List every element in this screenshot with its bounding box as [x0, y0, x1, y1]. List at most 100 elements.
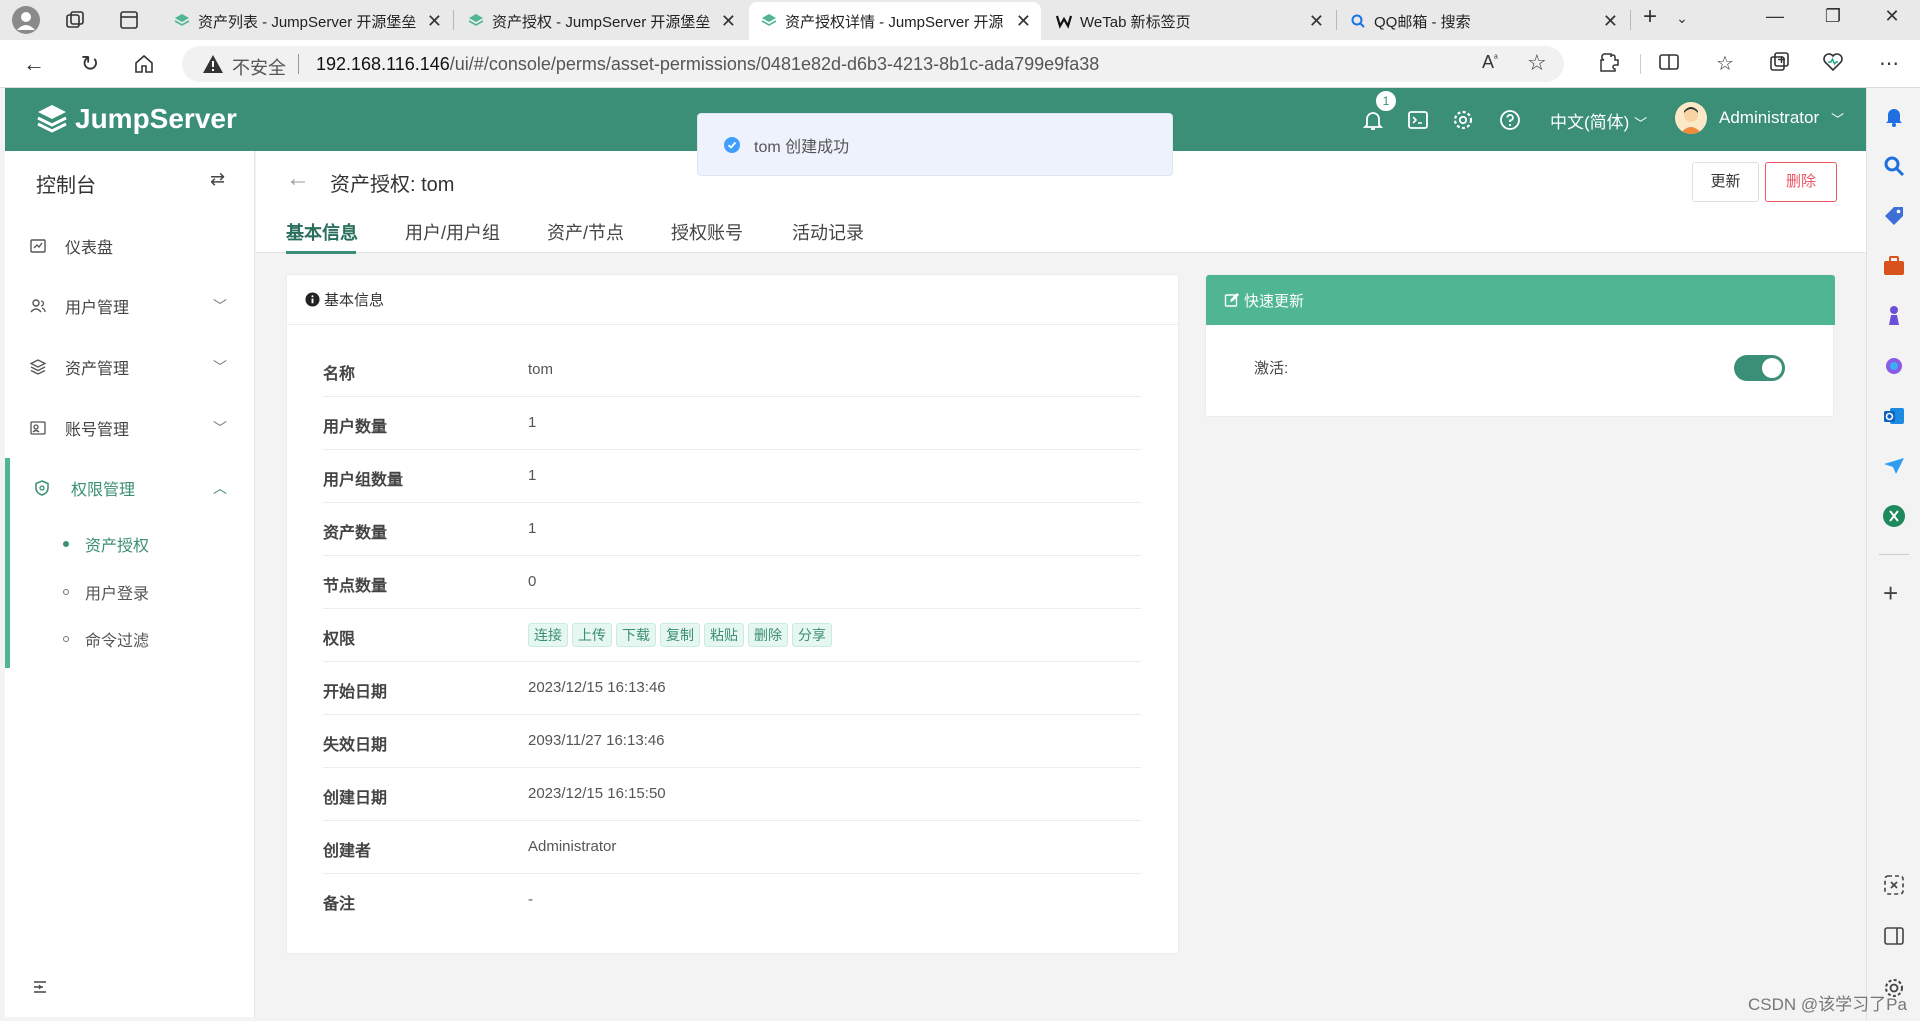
info-value: 2093/11/27 16:13:46: [528, 732, 665, 749]
settings-gear-icon[interactable]: [1451, 108, 1475, 132]
tab-accounts[interactable]: 授权账号: [671, 219, 743, 245]
sidebar-item-permissions[interactable]: 权限管理 ︿: [5, 463, 255, 513]
shopping-tag-icon[interactable]: [1882, 204, 1906, 228]
sidebar-item-label: 账号管理: [65, 422, 130, 439]
back-arrow-icon[interactable]: ←: [286, 165, 310, 193]
info-key: 用户组数量: [323, 472, 404, 489]
logo-text: JumpServer: [75, 103, 237, 134]
info-row-node-count: 节点数量 0: [323, 556, 1141, 609]
home-icon[interactable]: [130, 50, 158, 78]
sidebar-subitem-label: 资产授权: [85, 538, 150, 555]
close-tab-icon[interactable]: ✕: [1603, 11, 1618, 32]
workspaces-icon[interactable]: [64, 9, 86, 36]
collapse-sidebar-icon[interactable]: [31, 978, 49, 996]
read-aloud-icon[interactable]: Aᵃ: [1482, 52, 1498, 73]
more-menu-icon[interactable]: ⋯: [1876, 51, 1902, 77]
tab-list-chevron-icon[interactable]: ⌄: [1662, 10, 1702, 27]
edge-sidebar-divider: [1879, 554, 1909, 555]
permission-tag: 粘贴: [704, 623, 744, 647]
basic-info-title: 基本信息: [324, 292, 385, 309]
info-value: 1: [528, 414, 537, 431]
back-icon[interactable]: ←: [20, 50, 48, 78]
url-text[interactable]: 192.168.116.146/ui/#/console/perms/asset…: [316, 54, 1099, 75]
tab-users[interactable]: 用户/用户组: [405, 219, 500, 245]
url-path: /ui/#/console/perms/asset-permissions/04…: [449, 54, 1100, 74]
tab-divider: [453, 10, 454, 30]
browser-tab[interactable]: QQ邮箱 - 搜索 ✕: [1338, 2, 1628, 40]
sidebar-subitem-asset-permissions[interactable]: 资产授权: [63, 532, 149, 556]
info-value: Administrator: [528, 838, 617, 855]
browser-tab-title: 资产列表 - JumpServer 开源堡垒: [198, 13, 417, 31]
favorites-icon[interactable]: ☆: [1712, 51, 1738, 77]
notification-bell-icon[interactable]: [1882, 104, 1906, 128]
chevron-down-icon: ﹀: [213, 420, 227, 436]
browser-essentials-icon[interactable]: [1820, 51, 1846, 77]
minimize-icon[interactable]: —: [1755, 6, 1795, 27]
chevron-down-icon: ﹀: [1831, 111, 1845, 127]
permission-tag: 下载: [616, 623, 656, 647]
copilot-icon[interactable]: [1882, 354, 1906, 378]
sidebar-item-dashboard[interactable]: 仪表盘: [5, 221, 255, 271]
chevron-down-icon: ﹀: [213, 298, 227, 314]
games-chess-icon[interactable]: [1882, 304, 1906, 328]
sidebar-item-assets[interactable]: 资产管理 ﹀: [5, 342, 255, 392]
collections-icon[interactable]: [1766, 51, 1792, 77]
search-icon[interactable]: [1882, 154, 1906, 178]
favorite-star-icon[interactable]: ☆: [1527, 50, 1547, 76]
active-dot-icon: [63, 541, 69, 547]
excel-x-icon[interactable]: [1882, 504, 1906, 528]
sidebar-item-dashboard[interactable]: [5, 171, 255, 221]
browser-tab[interactable]: 资产授权 - JumpServer 开源堡垒 ✕: [456, 2, 746, 40]
refresh-icon[interactable]: ↻: [76, 50, 104, 78]
info-row-created-by: 创建者 Administrator: [323, 821, 1141, 874]
tab-activity[interactable]: 活动记录: [792, 219, 864, 245]
info-value: 1: [528, 467, 537, 484]
tab-assets-nodes[interactable]: 资产/节点: [547, 219, 624, 245]
jumpserver-logo[interactable]: JumpServer: [35, 102, 237, 136]
browser-tab[interactable]: 资产列表 - JumpServer 开源堡垒 ✕: [162, 2, 452, 40]
hide-sidebar-icon[interactable]: [1882, 924, 1906, 948]
web-terminal-icon[interactable]: [1406, 108, 1430, 132]
info-key: 用户数量: [323, 419, 388, 436]
split-screen-icon[interactable]: [1656, 51, 1682, 77]
profile-icon[interactable]: [12, 6, 40, 34]
sidebar-item-accounts[interactable]: 账号管理 ﹀: [5, 403, 255, 453]
language-selector[interactable]: 中文(简体) ﹀: [1550, 108, 1647, 133]
url-bar[interactable]: 不安全 192.168.116.146/ui/#/console/perms/a…: [182, 46, 1564, 82]
help-icon[interactable]: [1498, 108, 1522, 132]
warning-icon[interactable]: [202, 53, 224, 75]
user-menu[interactable]: Administrator ﹀: [1675, 102, 1844, 134]
permission-tag: 复制: [660, 623, 700, 647]
add-sidebar-app-icon[interactable]: +: [1883, 578, 1898, 609]
sidebar-item-users[interactable]: 用户管理 ﹀: [5, 281, 255, 331]
browser-tab-active[interactable]: 资产授权详情 - JumpServer 开源 ✕: [749, 2, 1041, 40]
main-content: ← 资产授权: tom 基本信息 用户/用户组 资产/节点 授权账号 活动记录 …: [256, 151, 1866, 1021]
info-value: 0: [528, 573, 537, 590]
tools-briefcase-icon[interactable]: [1882, 254, 1906, 278]
close-tab-icon[interactable]: ✕: [721, 11, 736, 32]
sidebar-subitem-user-login[interactable]: 用户登录: [63, 580, 149, 604]
screenshot-icon[interactable]: [1882, 873, 1906, 897]
outlook-icon[interactable]: [1882, 404, 1906, 428]
update-button[interactable]: 更新: [1692, 162, 1759, 202]
send-icon[interactable]: [1882, 454, 1906, 478]
insecure-label: 不安全: [232, 58, 286, 78]
delete-button[interactable]: 删除: [1765, 162, 1837, 202]
restore-icon[interactable]: ❐: [1813, 6, 1853, 27]
extensions-icon[interactable]: [1596, 51, 1622, 77]
tab-basic-info[interactable]: 基本信息: [286, 219, 358, 245]
active-toggle[interactable]: [1734, 355, 1785, 381]
permission-tag: 上传: [572, 623, 612, 647]
close-window-icon[interactable]: ✕: [1872, 6, 1912, 27]
sidebar-subitem-command-filter[interactable]: 命令过滤: [63, 627, 149, 651]
close-tab-icon[interactable]: ✕: [427, 11, 442, 32]
notification-bell-icon[interactable]: [1361, 108, 1385, 132]
dot-icon: [63, 589, 69, 595]
close-tab-icon[interactable]: ✕: [1309, 11, 1324, 32]
info-row-comment: 备注 -: [323, 874, 1141, 927]
watermark-text: CSDN @该学习了Pa: [1748, 995, 1907, 1014]
browser-tab[interactable]: WeTab 新标签页 ✕: [1044, 2, 1334, 40]
tab-actions-icon[interactable]: [118, 9, 140, 36]
close-tab-icon[interactable]: ✕: [1016, 11, 1031, 32]
tab-divider: [1336, 10, 1337, 30]
